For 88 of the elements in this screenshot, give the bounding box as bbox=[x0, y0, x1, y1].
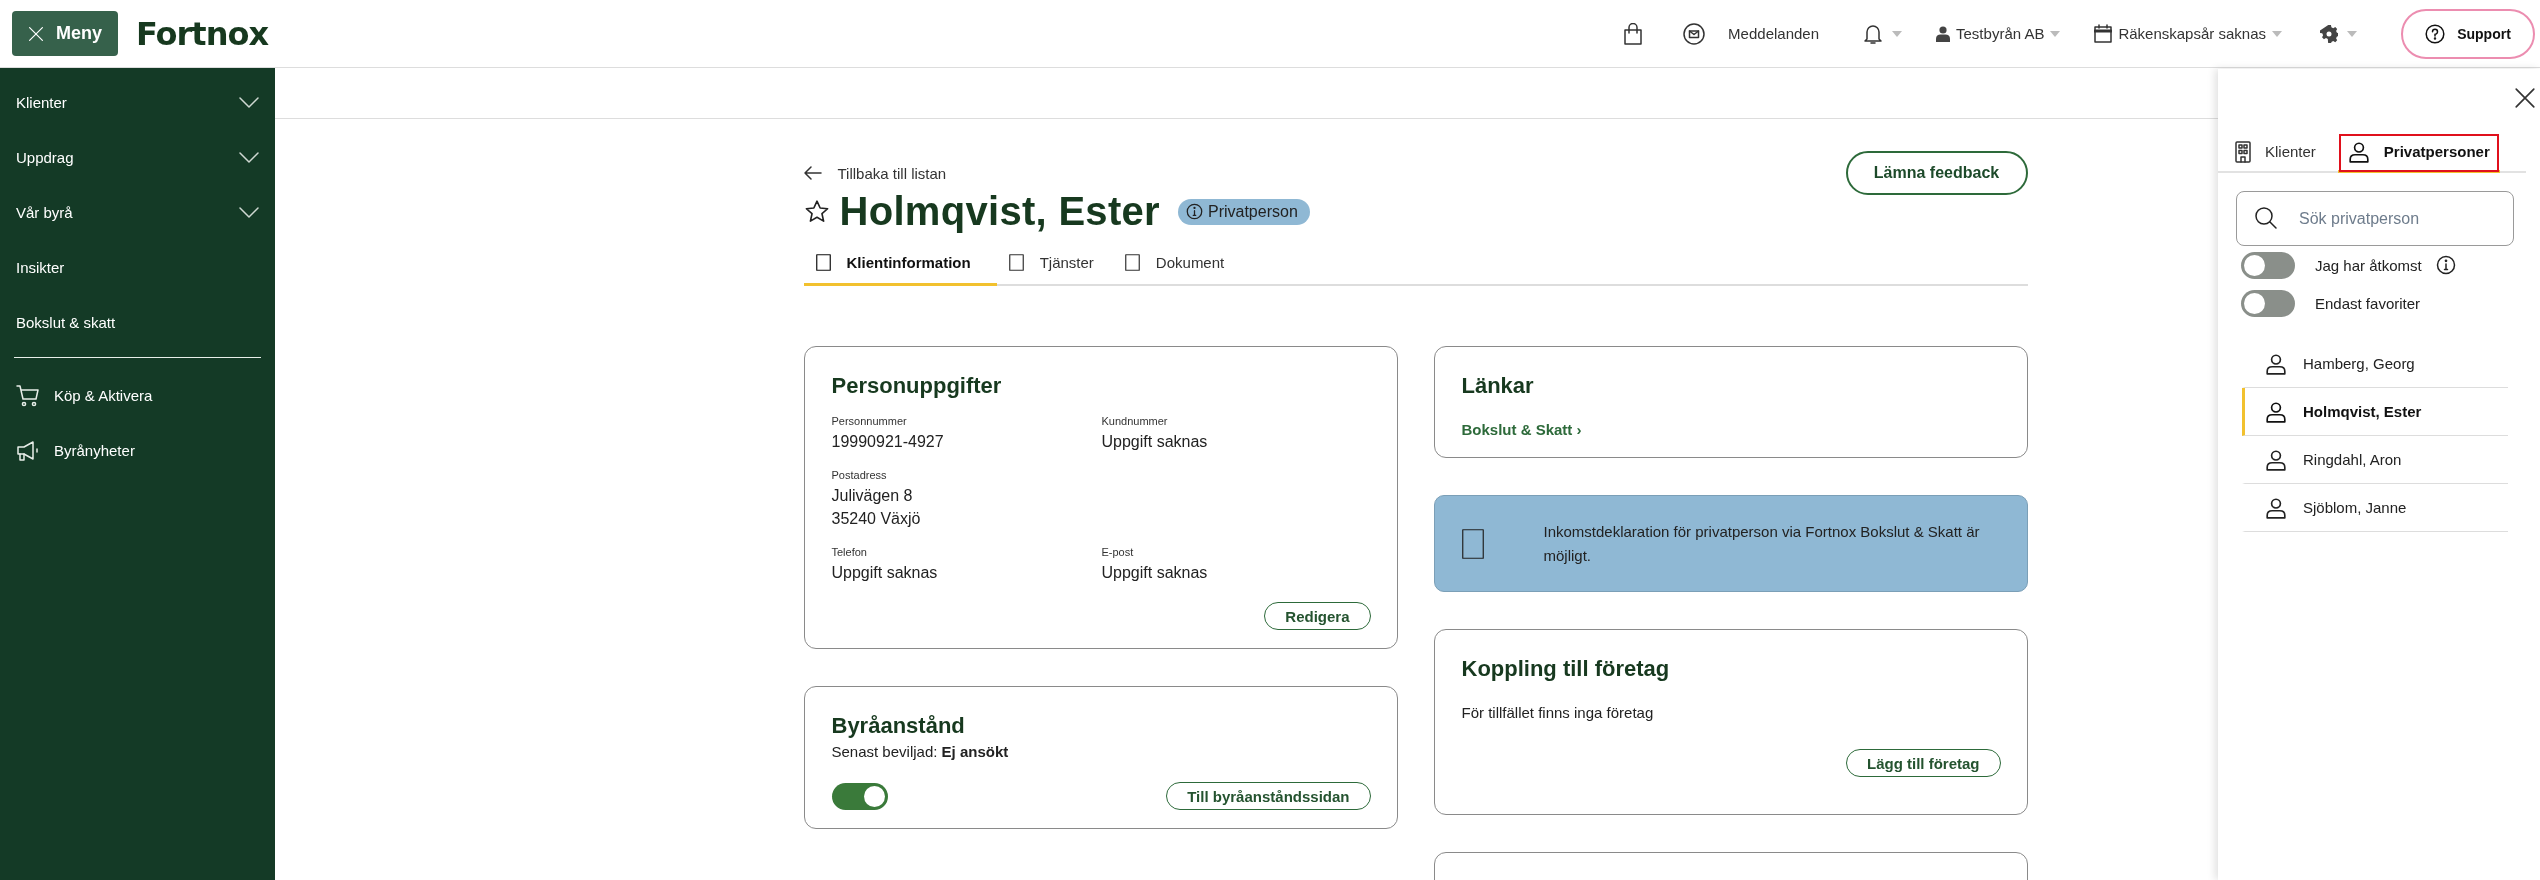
sidebar-item[interactable]: Bokslut & skatt bbox=[0, 295, 275, 350]
cart-icon bbox=[16, 384, 40, 407]
tab[interactable]: Klienter bbox=[2233, 133, 2326, 173]
sidebar-item[interactable]: Vår byrå bbox=[0, 185, 275, 240]
sidebar-item[interactable]: Byrånyheter bbox=[0, 423, 275, 478]
edit-button[interactable]: Redigera bbox=[1264, 602, 1371, 630]
card-title: Länkar bbox=[1461, 373, 1535, 399]
caret-icon bbox=[2272, 30, 2282, 37]
back-link[interactable]: Tillbaka till listan bbox=[803, 164, 947, 182]
sidebar-item[interactable]: Uppdrag bbox=[0, 130, 275, 185]
caret-icon bbox=[2347, 30, 2357, 37]
messages-button[interactable]: Meddelanden bbox=[1683, 22, 1820, 45]
calendar-icon bbox=[2094, 24, 2113, 43]
link[interactable]: Bokslut & Skatt › bbox=[1461, 421, 1582, 438]
person-icon bbox=[2265, 496, 2287, 519]
field-value: Uppgift saknas bbox=[1101, 563, 1209, 583]
caret-icon bbox=[1892, 30, 1903, 37]
add-company-button[interactable]: Lägg till företag bbox=[1846, 749, 2001, 777]
field-value: Julivägen 8 bbox=[831, 486, 914, 506]
toggle-switch[interactable] bbox=[2241, 289, 2295, 317]
megaphone-icon bbox=[16, 439, 40, 462]
person-icon bbox=[2265, 400, 2287, 423]
person-list-item[interactable]: Sjöblom, Janne bbox=[2242, 484, 2508, 532]
client-name: Holmqvist, Ester bbox=[839, 189, 1160, 234]
person-icon bbox=[2265, 352, 2287, 375]
square-icon bbox=[1461, 528, 1484, 559]
sidebar-item[interactable]: Insikter bbox=[0, 240, 275, 295]
card-title: Personuppgifter bbox=[831, 373, 1003, 399]
field-value: 19990921-4927 bbox=[831, 432, 945, 452]
toggle-switch[interactable] bbox=[2241, 251, 2295, 279]
shopping-bag-icon[interactable] bbox=[1623, 22, 1644, 45]
logo[interactable]: Fortnox bbox=[136, 14, 269, 53]
chevron-down-icon bbox=[239, 151, 259, 164]
empty-text: För tillfället finns inga företag bbox=[1461, 704, 1655, 721]
field-label: E-post bbox=[1101, 546, 1135, 558]
feedback-button[interactable]: Lämna feedback bbox=[1845, 151, 2028, 195]
person-list-item[interactable]: Holmqvist, Ester bbox=[2242, 388, 2508, 436]
square-icon bbox=[1008, 254, 1024, 271]
fiscal-year-button[interactable]: Räkenskapsår saknas bbox=[2094, 24, 2282, 43]
deferral-page-button[interactable]: Till byråanståndssidan bbox=[1166, 782, 1371, 810]
card-title: Koppling till företag bbox=[1461, 656, 1671, 682]
settings-button[interactable] bbox=[2320, 24, 2357, 43]
caret-icon bbox=[2050, 30, 2061, 37]
notifications-button[interactable] bbox=[1863, 22, 1903, 45]
envelope-circle-icon bbox=[1683, 22, 1706, 45]
arrow-left-icon bbox=[803, 166, 822, 180]
star-icon[interactable] bbox=[803, 198, 830, 225]
close-icon[interactable] bbox=[2514, 87, 2536, 109]
sidebar-item[interactable]: Köp & Aktivera bbox=[0, 368, 275, 423]
help-icon bbox=[2425, 23, 2446, 44]
person-icon bbox=[2347, 140, 2370, 163]
bell-icon bbox=[1863, 22, 1884, 45]
search-field[interactable]: Sök privatperson bbox=[2236, 191, 2514, 246]
field-value: Uppgift saknas bbox=[1101, 432, 1209, 452]
field-label: Postadress bbox=[831, 469, 888, 481]
square-icon bbox=[815, 254, 831, 271]
status-text: Senast beviljad: Ej ansökt bbox=[831, 743, 1010, 760]
person-icon bbox=[1936, 25, 1951, 42]
field-label: Personnummer bbox=[831, 415, 908, 427]
person-list-item[interactable]: Hamberg, Georg bbox=[2242, 340, 2508, 388]
field-label: Telefon bbox=[831, 546, 868, 558]
field-label: Kundnummer bbox=[1101, 415, 1169, 427]
close-icon bbox=[28, 25, 44, 42]
field-value: Uppgift saknas bbox=[831, 563, 939, 583]
menu-button[interactable]: Meny bbox=[12, 11, 118, 56]
tab[interactable]: Privatpersoner bbox=[2337, 133, 2500, 173]
toggle-label: Jag har åtkomst bbox=[2315, 256, 2422, 274]
building-icon bbox=[2235, 140, 2251, 163]
search-icon bbox=[2254, 206, 2278, 230]
chevron-down-icon bbox=[239, 206, 259, 219]
tab[interactable]: Tjänster bbox=[996, 242, 1113, 286]
settings-icon bbox=[2320, 24, 2338, 43]
chevron-down-icon bbox=[239, 96, 259, 109]
toggle-switch[interactable] bbox=[831, 782, 888, 810]
support-button[interactable]: Support bbox=[2401, 8, 2535, 59]
person-icon bbox=[2265, 448, 2287, 471]
square-icon bbox=[1124, 254, 1140, 271]
type-badge: Privatperson bbox=[1177, 198, 1310, 225]
info-icon bbox=[1185, 203, 1203, 220]
company-button[interactable]: Testbyrån AB bbox=[1936, 25, 2061, 42]
banner-text: Inkomstdeklaration för privatperson via Fortnox Bokslut & Skatt är möjligt. bbox=[1543, 521, 1981, 566]
tab[interactable]: Klientinformation bbox=[803, 242, 997, 286]
person-list-item[interactable]: Ringdahl, Aron bbox=[2242, 436, 2508, 484]
field-value: 35240 Växjö bbox=[831, 509, 922, 529]
toggle-label: Endast favoriter bbox=[2315, 294, 2421, 312]
sidebar-item[interactable]: Klienter bbox=[0, 75, 275, 130]
tab[interactable]: Dokument bbox=[1112, 242, 1244, 286]
card-title: Byråanstånd bbox=[831, 713, 966, 739]
